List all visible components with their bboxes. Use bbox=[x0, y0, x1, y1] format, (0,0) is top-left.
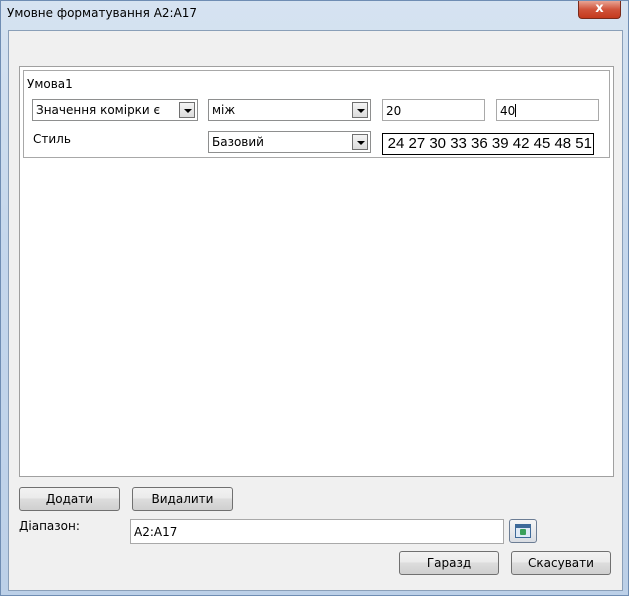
operator-value: між bbox=[212, 103, 236, 117]
value2-content: 40 bbox=[500, 104, 517, 118]
condition-label: Умова1 bbox=[27, 77, 73, 91]
shrink-dialog-icon bbox=[515, 524, 531, 538]
dialog-title: Умовне форматування A2:A17 bbox=[7, 6, 198, 20]
style-label: Стиль bbox=[33, 132, 71, 146]
add-button-label: Додати bbox=[45, 492, 94, 506]
delete-button[interactable]: Видалити bbox=[132, 487, 233, 511]
style-preview: 24 27 30 33 36 39 42 45 48 51 bbox=[382, 133, 594, 155]
style-select[interactable]: Базовий bbox=[208, 131, 371, 153]
value2-text: 40 bbox=[500, 104, 516, 118]
close-button[interactable]: x bbox=[578, 1, 621, 19]
conditions-list: Умова1 Значення комірки є між 20 40 Стил… bbox=[19, 66, 614, 477]
delete-button-label: Видалити bbox=[151, 492, 214, 506]
text-caret bbox=[515, 104, 517, 117]
cancel-button[interactable]: Скасувати bbox=[511, 551, 611, 575]
range-value: A2:A17 bbox=[134, 525, 178, 539]
chevron-down-icon[interactable] bbox=[352, 102, 368, 118]
condition-type-select[interactable]: Значення комірки є bbox=[32, 99, 198, 121]
operator-select[interactable]: між bbox=[208, 99, 371, 121]
chevron-down-icon[interactable] bbox=[352, 134, 368, 150]
value1-text: 20 bbox=[386, 104, 402, 118]
dialog-client-area: Умова1 Значення комірки є між 20 40 Стил… bbox=[8, 30, 623, 591]
ok-button[interactable]: Гаразд bbox=[399, 551, 499, 575]
style-preview-text: 24 27 30 33 36 39 42 45 48 51 bbox=[387, 135, 592, 152]
value1-input[interactable]: 20 bbox=[382, 99, 485, 121]
close-icon: x bbox=[595, 1, 604, 16]
value2-input[interactable]: 40 bbox=[496, 99, 599, 121]
condition-box: Умова1 Значення комірки є між 20 40 Стил… bbox=[23, 70, 610, 158]
dialog-window: Умовне форматування A2:A17 x Умова1 Знач… bbox=[0, 0, 629, 596]
condition-type-value: Значення комірки є bbox=[36, 103, 161, 117]
style-value: Базовий bbox=[212, 135, 264, 149]
title-bar[interactable]: Умовне форматування A2:A17 x bbox=[1, 1, 629, 29]
range-input[interactable]: A2:A17 bbox=[130, 519, 504, 544]
cancel-button-label: Скасувати bbox=[528, 556, 594, 570]
range-label: Діапазон: bbox=[19, 519, 80, 533]
range-select-button[interactable] bbox=[509, 519, 537, 543]
add-button[interactable]: Додати bbox=[19, 487, 120, 511]
ok-button-label: Гаразд bbox=[426, 556, 472, 570]
chevron-down-icon[interactable] bbox=[179, 102, 195, 118]
